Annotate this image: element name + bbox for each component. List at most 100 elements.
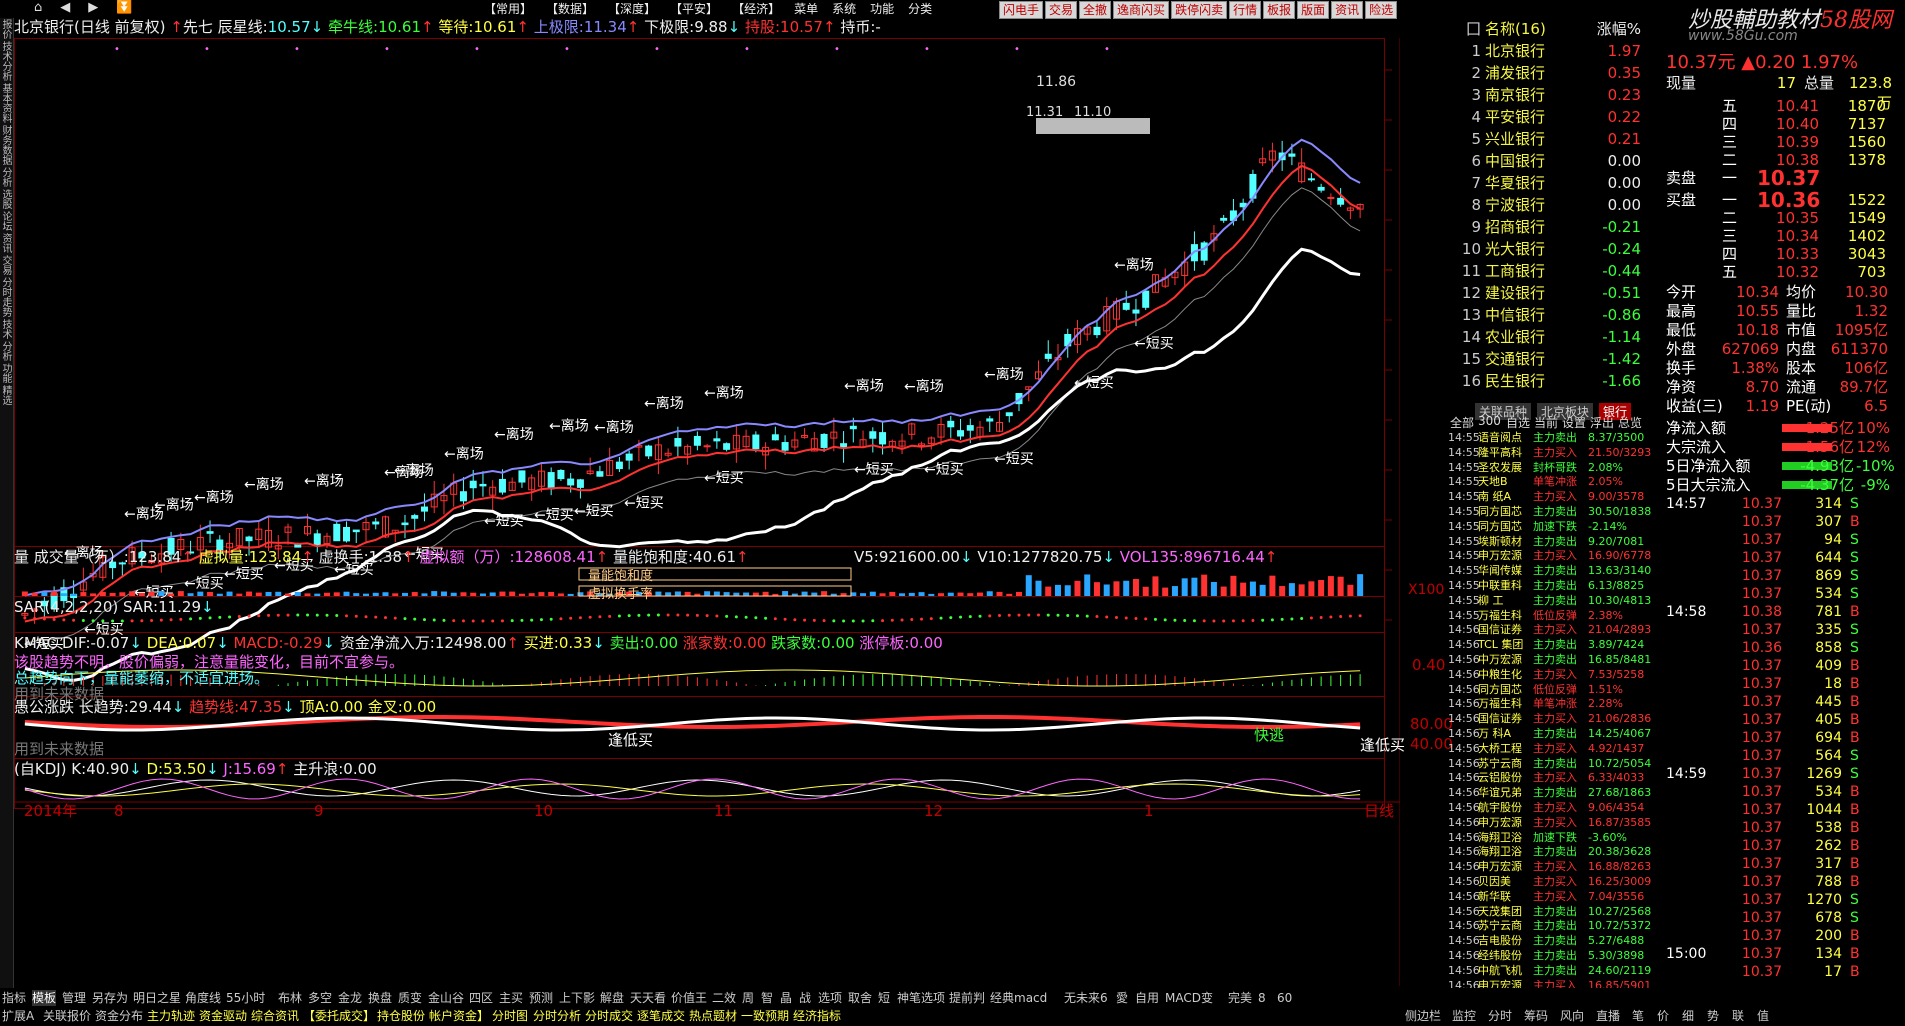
bottom-function-tab[interactable]: 【委托成交】 bbox=[303, 1008, 375, 1024]
stock-list-row[interactable]: 13 中信银行 -0.86 bbox=[1455, 304, 1655, 326]
bottom-indicator-tab[interactable]: 上下影 bbox=[559, 990, 595, 1006]
bottom-right-tab[interactable]: 风向 bbox=[1560, 1008, 1584, 1024]
flow-row[interactable]: 14:56 万 科A 主力卖出 14.25/4067 bbox=[1448, 726, 1656, 741]
flow-row[interactable]: 14:56 苏宁云商 主力卖出 10.72/5054 bbox=[1448, 756, 1656, 771]
flow-row[interactable]: 14:55 同方国芯 加速下跌 -2.14% bbox=[1448, 519, 1656, 534]
tool-button-9[interactable]: 险选 bbox=[1365, 1, 1398, 19]
stock-list-row[interactable]: 3 南京银行 0.23 bbox=[1455, 84, 1655, 106]
flow-row[interactable]: 14:56 国信证券 主力买入 21.06/2836 bbox=[1448, 711, 1656, 726]
bottom-indicator-tab[interactable]: 60 bbox=[1277, 990, 1292, 1006]
expand-icon[interactable]: ⏬ bbox=[116, 0, 132, 15]
flow-row[interactable]: 14:56 中万宏源 主力卖出 16.85/8481 bbox=[1448, 652, 1656, 667]
kline-chart[interactable]: 12.0011.5011.0010.5010.009.509.008.508.0… bbox=[14, 18, 1400, 986]
bottom-indicator-tab[interactable]: 价值王 bbox=[671, 990, 707, 1006]
bottom-indicator-tab[interactable]: 短 bbox=[878, 990, 890, 1006]
flow-row[interactable]: 14:56 TCL 集团 主力卖出 3.89/7424 bbox=[1448, 637, 1656, 652]
bottom-indicator-tab[interactable]: 预测 bbox=[529, 990, 553, 1006]
left-tool-9[interactable]: 分时走势 bbox=[0, 276, 11, 318]
flow-row[interactable]: 14:55 柳 工 主力卖出 10.30/4813 bbox=[1448, 593, 1656, 608]
bottom-function-tab[interactable]: 扩展A bbox=[2, 1008, 34, 1024]
left-tool-1[interactable]: 技术分析 bbox=[0, 40, 11, 82]
bottom-indicator-tab[interactable]: 经典macd bbox=[990, 990, 1047, 1006]
bottom-right-tab[interactable]: 监控 bbox=[1452, 1008, 1476, 1024]
bottom-indicator-tab[interactable]: 明日之星 bbox=[133, 990, 181, 1006]
bottom-function-tab[interactable]: 帐户资金】 bbox=[429, 1008, 489, 1024]
bottom-indicator-tab[interactable]: 另存为 bbox=[92, 990, 128, 1006]
bottom-indicator-tab[interactable]: 智 bbox=[761, 990, 773, 1006]
stock-list-row[interactable]: 4 平安银行 0.22 bbox=[1455, 106, 1655, 128]
forward-icon[interactable]: ▶ bbox=[88, 0, 98, 15]
bottom-indicator-tab[interactable]: 布林 bbox=[278, 990, 302, 1006]
tool-button-3[interactable]: 逸商闪买 bbox=[1113, 1, 1170, 19]
flow-row[interactable]: 14:56 海翔卫浴 主力卖出 20.38/3628 bbox=[1448, 844, 1656, 859]
bottom-indicator-tab[interactable]: 取舍 bbox=[848, 990, 872, 1006]
bottom-indicator-tab[interactable]: 完美 bbox=[1228, 990, 1252, 1006]
bottom-indicator-tab[interactable]: 愛 bbox=[1116, 990, 1128, 1006]
flow-tab-0[interactable]: 全部 bbox=[1450, 414, 1474, 431]
left-tool-10[interactable]: 技术 bbox=[0, 318, 11, 340]
home-icon[interactable]: ⌂ bbox=[34, 0, 42, 15]
tool-button-0[interactable]: 闪电手 bbox=[999, 1, 1044, 19]
flow-row[interactable]: 14:56 大桥工程 主力买入 4.92/1437 bbox=[1448, 741, 1656, 756]
bottom-indicator-tab[interactable]: 指标 bbox=[2, 990, 26, 1006]
left-tool-2[interactable]: 基本资料 bbox=[0, 82, 11, 124]
bottom-indicator-tab[interactable]: 金龙 bbox=[338, 990, 362, 1006]
left-tool-11[interactable]: 分析 bbox=[0, 340, 11, 362]
bottom-indicator-tab[interactable]: 金山谷 bbox=[428, 990, 464, 1006]
tick-list[interactable]: 14:57 10.37 314 S 10.37 307 B 10.37 94 S 10.37 644 S… bbox=[1662, 495, 1892, 995]
bottom-indicator-tab[interactable]: 换盘 bbox=[368, 990, 392, 1006]
tool-button-2[interactable]: 全撤 bbox=[1079, 1, 1112, 19]
menu-item-6[interactable]: 系统 bbox=[832, 0, 856, 18]
chart-area[interactable]: 12.0011.5011.0010.5010.009.509.008.508.0… bbox=[14, 18, 1453, 986]
back-icon[interactable]: ◀ bbox=[60, 0, 70, 15]
stock-list-row[interactable]: 11 工商银行 -0.44 bbox=[1455, 260, 1655, 282]
flow-row[interactable]: 14:55 隆平高科 主力买入 21.50/3293 bbox=[1448, 445, 1656, 460]
bottom-function-tab[interactable]: 分时图 bbox=[492, 1008, 528, 1024]
stock-list-row[interactable]: 7 华夏银行 0.00 bbox=[1455, 172, 1655, 194]
flow-row[interactable]: 14:56 同方国芯 低位反弹 1.51% bbox=[1448, 682, 1656, 697]
left-tool-7[interactable]: 资讯 bbox=[0, 232, 11, 254]
flow-row[interactable]: 14:55 埃斯顿材 主力卖出 9.20/7081 bbox=[1448, 534, 1656, 549]
bottom-indicator-tab[interactable]: 提前判 bbox=[949, 990, 985, 1006]
tool-button-5[interactable]: 行情 bbox=[1229, 1, 1262, 19]
bottom-right-tab[interactable]: 侧边栏 bbox=[1405, 1008, 1441, 1024]
bottom-right-tab[interactable]: 筹码 bbox=[1524, 1008, 1548, 1024]
stock-list-row[interactable]: 10 光大银行 -0.24 bbox=[1455, 238, 1655, 260]
flow-tab-3[interactable]: 当前 bbox=[1534, 414, 1558, 431]
flow-tab-1[interactable]: 300 bbox=[1478, 414, 1501, 428]
flow-row[interactable]: 14:56 苏宁云商 主力卖出 10.72/5372 bbox=[1448, 918, 1656, 933]
stock-list-row[interactable]: 14 农业银行 -1.14 bbox=[1455, 326, 1655, 348]
bottom-right-tab[interactable]: 直播 bbox=[1596, 1008, 1620, 1024]
left-tool-5[interactable]: 选股 bbox=[0, 188, 11, 210]
bottom-indicator-tab[interactable]: 模板 bbox=[32, 990, 57, 1006]
flow-row[interactable]: 14:55 华闻传媒 主力卖出 13.63/3140 bbox=[1448, 563, 1656, 578]
menu-item-4[interactable]: 【经济】 bbox=[732, 0, 780, 18]
bottom-function-tab[interactable]: 分时成交 bbox=[585, 1008, 633, 1024]
bottom-function-tab[interactable]: 热点题材 bbox=[689, 1008, 737, 1024]
bottom-function-tab[interactable]: 关联报价 bbox=[43, 1008, 91, 1024]
flow-tab-4[interactable]: 设置 bbox=[1562, 414, 1586, 431]
menu-item-3[interactable]: 【平安】 bbox=[670, 0, 718, 18]
flow-row[interactable]: 14:56 经纬股份 主力卖出 5.30/3898 bbox=[1448, 948, 1656, 963]
flow-row[interactable]: 14:55 万福生科 低位反弹 2.38% bbox=[1448, 608, 1656, 623]
flow-row[interactable]: 14:56 新华联 主力买入 7.04/3556 bbox=[1448, 889, 1656, 904]
flow-tab-2[interactable]: 自选 bbox=[1506, 414, 1530, 431]
stock-list-row[interactable]: 8 宁波银行 0.00 bbox=[1455, 194, 1655, 216]
bottom-indicator-tab[interactable]: 管理 bbox=[62, 990, 86, 1006]
left-tool-13[interactable]: 精选 bbox=[0, 384, 11, 406]
stock-list[interactable]: 囗名称(16) 涨幅% 1 北京银行 1.97 2 浦发银行 0.35 3 南京银行 0.23 4 平… bbox=[1455, 18, 1655, 420]
bottom-function-tab[interactable]: 经济指标 bbox=[793, 1008, 841, 1024]
flow-row[interactable]: 14:56 吉电股份 主力卖出 5.27/6488 bbox=[1448, 933, 1656, 948]
menu-item-1[interactable]: 【数据】 bbox=[546, 0, 594, 18]
bottom-indicator-tab[interactable]: 自用 bbox=[1135, 990, 1159, 1006]
flow-row[interactable]: 14:56 云铝股份 主力买入 6.33/4033 bbox=[1448, 770, 1656, 785]
flow-tab-5[interactable]: 浮出 bbox=[1590, 414, 1614, 431]
flow-row[interactable]: 14:56 万福生科 单笔冲涨 2.28% bbox=[1448, 696, 1656, 711]
left-tool-12[interactable]: 功能 bbox=[0, 362, 11, 384]
stock-list-row[interactable]: 16 民生银行 -1.66 bbox=[1455, 370, 1655, 392]
bottom-indicator-tab[interactable]: 55小时 bbox=[226, 990, 265, 1006]
tool-button-1[interactable]: 交易 bbox=[1045, 1, 1078, 19]
bottom-function-tab[interactable]: 持仓股份 bbox=[377, 1008, 425, 1024]
flow-row[interactable]: 14:55 同方国芯 主力卖出 30.50/1838 bbox=[1448, 504, 1656, 519]
menu-item-5[interactable]: 菜单 bbox=[794, 0, 818, 18]
